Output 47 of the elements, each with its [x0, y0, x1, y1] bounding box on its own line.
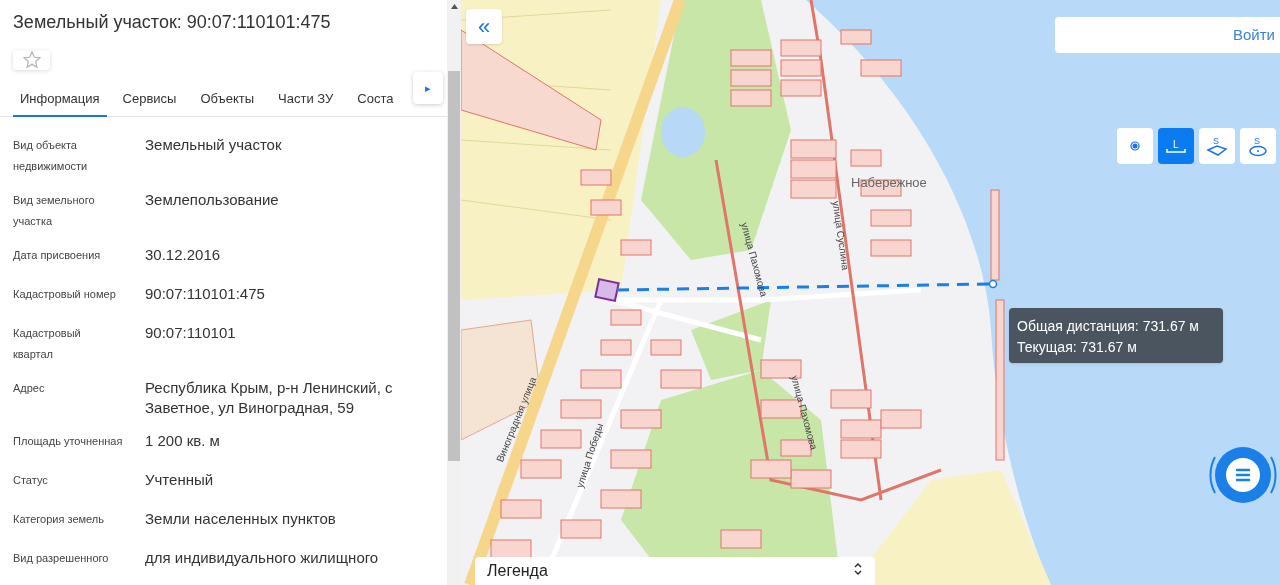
property-value: Землепользование — [145, 190, 280, 210]
property-value: 30.12.2016 — [145, 245, 222, 265]
property-label: Статус — [12, 473, 49, 488]
property-label: Вид разрешенного — [12, 551, 110, 566]
street-label: улица Пахомова — [788, 373, 821, 452]
property-label: Кадастровый квартал — [12, 326, 82, 362]
map-drawing[interactable] — [461, 0, 1280, 585]
scrollbar[interactable] — [447, 0, 461, 585]
measure-tool-button[interactable]: L — [1158, 128, 1194, 164]
tab[interactable]: Информация — [13, 82, 107, 117]
scrollbar-thumb[interactable] — [448, 71, 460, 461]
street-label: улица Пахомова — [738, 220, 771, 299]
panel-title: Земельный участок: 90:07:110101:475 — [13, 11, 332, 33]
property-value: 90:07:110101 — [145, 323, 237, 343]
measure-tool-button[interactable]: S — [1199, 128, 1235, 164]
tooltip-text: Общая дистанция: 731.67 м — [1017, 317, 1200, 336]
tab[interactable]: Объекты — [198, 82, 257, 117]
favorite-button[interactable] — [13, 50, 50, 70]
measure-tool-button[interactable]: S — [1240, 128, 1276, 164]
tooltip-text: Текущая: 731.67 м — [1017, 338, 1138, 357]
property-label: Адрес — [12, 381, 46, 396]
property-value: для индивидуального жилищного — [145, 548, 380, 568]
property-label: Кадастровый номер — [12, 287, 117, 302]
legend-panel[interactable]: Легенда — [475, 557, 875, 585]
measure-tool-button[interactable] — [1117, 128, 1153, 164]
place-label: Набережное — [851, 174, 927, 192]
tabs-scroll-button[interactable]: ▸ — [413, 72, 443, 104]
property-label: Категория земель — [12, 512, 105, 527]
point-icon — [1130, 141, 1140, 151]
tab[interactable]: Соста — [355, 82, 396, 117]
property-label: Дата присвоения — [12, 248, 102, 263]
property-label: Вид объекта недвижимости — [12, 138, 89, 174]
collapse-panel-button[interactable]: « — [466, 9, 502, 44]
tab[interactable]: Сервисы — [120, 82, 179, 117]
street-label: улица Суслина — [829, 199, 853, 272]
property-label: Вид земельного участка — [12, 193, 96, 229]
property-value: Учтенный — [145, 470, 215, 490]
property-value: Земельный участок — [145, 135, 283, 155]
property-label: Площадь уточненная — [12, 434, 124, 449]
property-value: Республика Крым, р-н Ленинский, с Заветное, ул Виноградная, 59 — [145, 378, 394, 418]
expand-collapse-icon — [853, 561, 863, 577]
property-value: 90:07:110101:475 — [145, 284, 266, 304]
property-value: Земли населенных пунктов — [145, 509, 337, 529]
login-button[interactable]: Войти — [1055, 17, 1280, 53]
property-value: 1 200 кв. м — [145, 431, 221, 451]
scroll-up-icon[interactable] — [450, 4, 458, 9]
tab[interactable]: Части ЗУ — [276, 82, 336, 117]
